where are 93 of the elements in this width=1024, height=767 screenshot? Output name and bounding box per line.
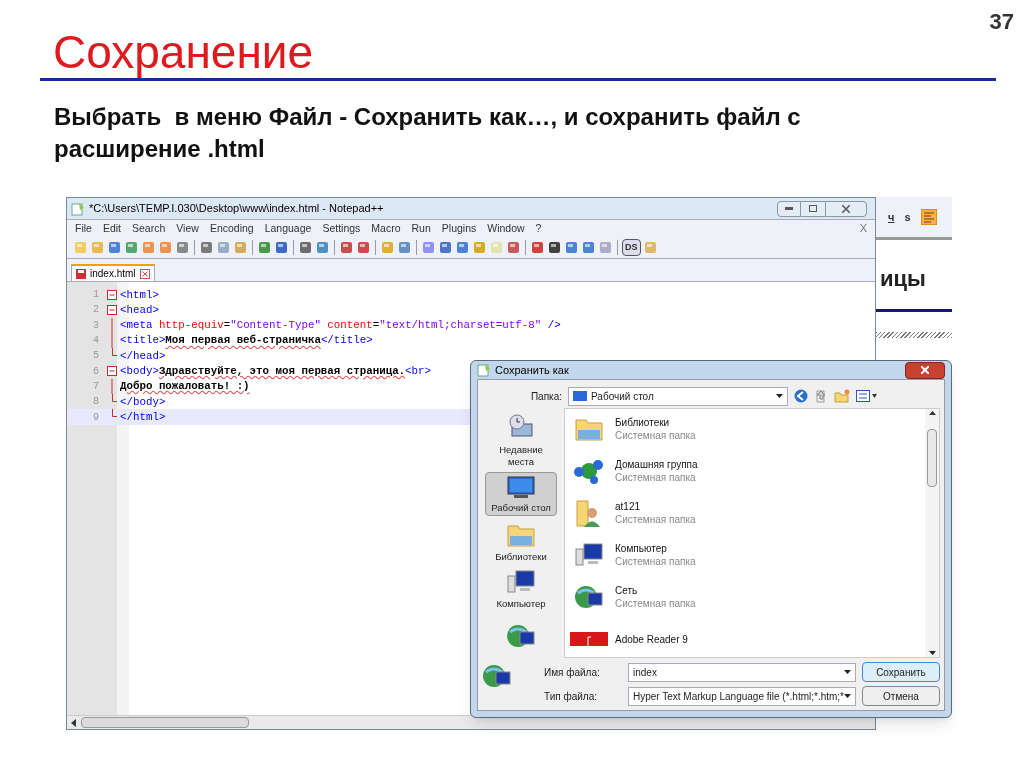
line-number: 6 — [92, 364, 100, 379]
up-folder-icon[interactable] — [814, 389, 828, 403]
maximize-button[interactable] — [801, 200, 825, 217]
line-number: 4 — [92, 334, 100, 349]
save-button[interactable]: Сохранить — [862, 662, 940, 682]
line-number: 7 — [92, 379, 100, 394]
code-line: 4 <title>Моя первая веб-страничка</title> — [67, 332, 875, 349]
caret-down-icon[interactable] — [776, 394, 783, 398]
file-list-item[interactable]: Adobe Reader 9 — [569, 621, 925, 657]
scrollbar-thumb[interactable] — [927, 429, 937, 487]
line-number: 5 — [92, 349, 100, 364]
computer-icon — [574, 541, 604, 569]
places-item[interactable]: Рабочий стол — [485, 472, 557, 516]
menu-item[interactable]: File — [75, 220, 92, 237]
underline-tool[interactable]: ч — [888, 208, 895, 226]
scroll-up-icon[interactable] — [928, 411, 936, 415]
dialog-title: Сохранить как — [495, 362, 569, 378]
new-folder-icon[interactable] — [834, 389, 850, 403]
toolbar-tool-icon[interactable] — [547, 240, 562, 255]
menu-item[interactable]: Window — [487, 220, 525, 237]
slide-text: Выбрать в меню Файл - Сохранить как…, и сохранить файл с расширение .html — [54, 102, 802, 164]
heading-text: ицы — [879, 265, 927, 293]
file-list-item[interactable]: Компьютер Системная папка — [569, 537, 925, 573]
toolbar-button[interactable]: DS — [622, 239, 641, 256]
notepad-icon — [477, 363, 491, 377]
menu-item[interactable]: Language — [264, 220, 312, 237]
notepad-icon — [71, 201, 85, 216]
minimize-button[interactable] — [777, 200, 801, 217]
toolbar-tool-icon[interactable] — [356, 240, 371, 255]
menu-item[interactable]: Encoding — [209, 220, 254, 237]
toolbar-tool-icon[interactable] — [339, 240, 354, 255]
cancel-button[interactable]: Отмена — [862, 686, 940, 706]
code-line: 2 <head> — [67, 302, 875, 318]
maximize-icon — [809, 205, 817, 212]
filename-label: Имя файла: — [543, 665, 601, 680]
fold-minus-icon[interactable] — [107, 304, 117, 315]
line-number: 9 — [92, 410, 100, 425]
view-menu-icon[interactable] — [856, 389, 878, 403]
menu-item[interactable]: Search — [132, 220, 166, 237]
close-icon — [842, 204, 850, 213]
close-tab-button[interactable]: X — [859, 220, 867, 237]
line-number: 3 — [92, 318, 100, 333]
window-title: *C:\Users\TEMP.I.030\Desktop\www\index.html - Notepad++ — [89, 201, 384, 217]
folder-dropdown[interactable]: Рабочий стол — [568, 386, 788, 406]
document-icon — [570, 632, 608, 646]
close-icon[interactable] — [139, 268, 150, 279]
line-number: 2 — [92, 303, 100, 318]
close-icon — [921, 366, 929, 374]
code-line: 1 <html> — [67, 287, 875, 303]
file-tab[interactable]: index.html — [71, 264, 155, 281]
back-icon[interactable] — [794, 389, 808, 403]
menu-item[interactable]: View — [176, 220, 199, 237]
filename-field[interactable]: index — [627, 662, 856, 682]
code-line: 5 </head> — [67, 348, 875, 364]
toolbar-tool-icon[interactable] — [438, 240, 453, 255]
spheres-icon — [574, 457, 604, 485]
caret-down-icon[interactable] — [844, 694, 851, 698]
save-icon — [76, 268, 86, 279]
strikethrough-tool[interactable]: s — [904, 208, 911, 226]
file-list-item[interactable]: at121 Системная папка — [569, 495, 925, 531]
menu-item[interactable]: Edit — [102, 220, 121, 237]
scroll-down-icon[interactable] — [928, 651, 936, 655]
close-button[interactable] — [825, 200, 867, 217]
places-item[interactable]: Компьютер — [485, 567, 557, 611]
align-left-icon[interactable] — [920, 209, 937, 225]
file-list-item[interactable]: Домашняя группа Системная папка — [569, 453, 925, 489]
page-number: 37 — [989, 8, 1014, 36]
desktop-icon — [506, 473, 536, 500]
computer-icon — [506, 567, 536, 596]
scrollbar-thumb[interactable] — [81, 717, 249, 728]
toolbar-tool-icon[interactable] — [530, 240, 545, 255]
menu-item[interactable]: Plugins — [441, 220, 477, 237]
toolbar-tool-icon[interactable] — [298, 240, 313, 255]
line-number: 1 — [92, 288, 100, 303]
filetype-dropdown[interactable]: Hyper Text Markup Language file (*.html;*.htm;* — [627, 686, 856, 706]
menu-item[interactable]: ? — [535, 220, 542, 237]
fold-minus-icon[interactable] — [107, 366, 117, 377]
file-list-item[interactable]: Сеть Системная папка — [569, 579, 925, 615]
line-number: 8 — [92, 395, 100, 410]
scroll-left-icon[interactable] — [71, 718, 77, 727]
slide-title: Сохранение — [53, 26, 315, 78]
desktop-icon — [573, 391, 587, 401]
caret-down-icon[interactable] — [844, 670, 851, 674]
fold-minus-icon[interactable] — [107, 289, 117, 300]
filetype-label: Тип файла: — [543, 689, 598, 704]
menu-item[interactable]: Settings — [322, 220, 361, 237]
minimize-icon — [785, 207, 793, 210]
code-line: 3 <meta http-equiv="Content-Type" content="text/html;charset=utf-8" /> — [67, 317, 875, 333]
menu-item[interactable]: Run — [411, 220, 431, 237]
close-button[interactable] — [905, 361, 945, 379]
toolbar-tool-icon[interactable] — [274, 240, 289, 255]
menu-item[interactable]: Macro — [371, 220, 401, 237]
places-item[interactable]: Библиотеки — [485, 519, 557, 564]
